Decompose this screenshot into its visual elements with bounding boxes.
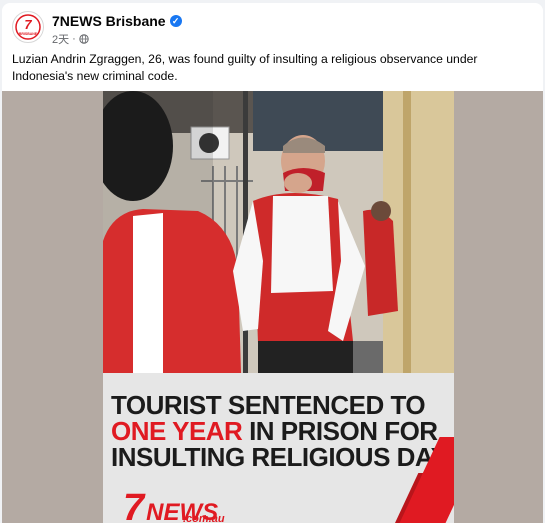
post-header: 7 BRISBANE 7NEWS Brisbane ✓ 2天 · — [12, 11, 512, 47]
headline-line-3: INSULTING RELIGIOUS DAY — [111, 442, 448, 472]
logo-seven: 7 — [123, 487, 145, 523]
post-image[interactable]: TOURIST SENTENCED TO ONE YEAR IN PRISON … — [103, 91, 454, 523]
post-media: TOURIST SENTENCED TO ONE YEAR IN PRISON … — [2, 91, 543, 523]
verified-badge-icon: ✓ — [169, 15, 182, 27]
headline-line-1: TOURIST SENTENCED TO — [111, 390, 426, 420]
meta-separator: · — [72, 33, 76, 45]
post-card: 7 BRISBANE 7NEWS Brisbane ✓ 2天 · Luzian … — [2, 3, 543, 523]
page-name[interactable]: 7NEWS Brisbane — [52, 13, 166, 29]
headline-line-2: ONE YEAR IN PRISON FOR — [111, 417, 454, 445]
post-meta: 2天 · — [52, 31, 89, 47]
7news-logo-icon: 7 BRISBANE — [15, 14, 41, 40]
headline-banner: TOURIST SENTENCED TO ONE YEAR IN PRISON … — [103, 373, 454, 523]
post-caption: Luzian Andrin Zgraggen, 26, was found gu… — [12, 52, 478, 83]
page-name-link[interactable]: 7NEWS Brisbane ✓ — [52, 13, 182, 29]
courtroom-photo — [103, 91, 454, 373]
avatar-subtext: BRISBANE — [19, 32, 38, 36]
page-avatar[interactable]: 7 BRISBANE — [12, 11, 44, 43]
logo-domain: .com.au — [183, 513, 225, 523]
post-time[interactable]: 2天 — [52, 31, 69, 47]
avatar-seven: 7 — [24, 17, 32, 32]
7news-logo: 7 NEWS .com.au — [123, 487, 225, 523]
globe-icon[interactable] — [79, 34, 89, 44]
